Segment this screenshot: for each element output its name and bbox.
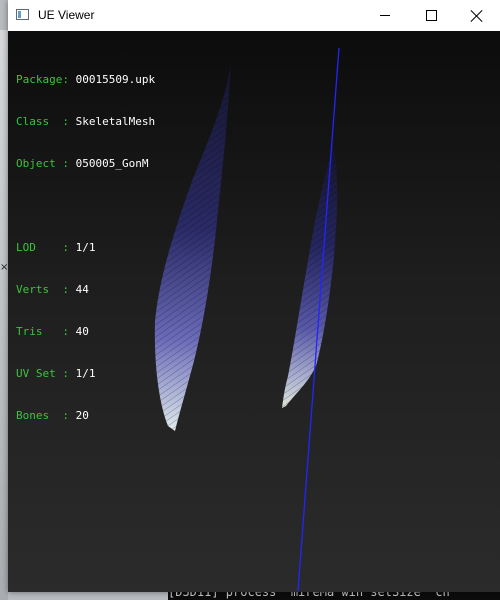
info-label: Bones <box>16 409 63 422</box>
ue-viewer-window: UE Viewer Package: 00015509.upk Class: … <box>8 0 500 592</box>
info-row-class: Class : SkeletalMesh <box>16 115 155 129</box>
info-separator: : <box>62 115 76 128</box>
left-feather-mesh <box>154 61 231 431</box>
info-label: LOD <box>16 241 63 254</box>
close-button[interactable] <box>454 0 500 31</box>
info-value: 00015509.upk <box>75 73 156 86</box>
info-row-verts: Verts : 44 <box>16 283 155 297</box>
info-separator: : <box>62 157 76 170</box>
info-label: Verts <box>16 283 63 296</box>
info-separator: : <box>62 367 76 380</box>
background-close-mark: × <box>0 262 9 273</box>
info-separator: : <box>62 283 76 296</box>
info-value: 20 <box>75 409 89 422</box>
mesh-info-overlay: Package: 00015509.upk Class : SkeletalMe… <box>16 45 155 451</box>
minimize-icon <box>380 15 390 16</box>
info-value: 050005_GonM <box>75 157 149 170</box>
info-row-object: Object : 050005_GonM <box>16 157 155 171</box>
info-value: SkeletalMesh <box>75 115 156 128</box>
info-separator: : <box>62 409 76 422</box>
info-label: UV Set <box>16 367 63 380</box>
3d-viewport[interactable]: Package: 00015509.upk Class : SkeletalMe… <box>8 31 500 592</box>
info-row-tris: Tris : 40 <box>16 325 155 339</box>
info-value: 44 <box>75 283 89 296</box>
info-row-bones: Bones : 20 <box>16 409 155 423</box>
maximize-icon <box>425 10 437 21</box>
title-bar[interactable]: UE Viewer <box>8 0 500 31</box>
info-row-package: Package: 00015509.upk <box>16 73 155 87</box>
window-title: UE Viewer <box>38 8 95 22</box>
info-value: 40 <box>75 325 89 338</box>
maximize-button[interactable] <box>408 0 454 31</box>
minimize-button[interactable] <box>362 0 408 31</box>
info-value: 1/1 <box>75 241 96 254</box>
info-label: Object <box>16 157 63 170</box>
info-label: Package <box>16 73 63 86</box>
info-label: Class <box>16 115 63 128</box>
info-separator: : <box>62 325 76 338</box>
close-icon <box>471 10 483 22</box>
info-row-lod: LOD : 1/1 <box>16 241 155 255</box>
info-separator: : <box>62 241 76 254</box>
app-icon <box>16 9 29 20</box>
info-value: 1/1 <box>75 367 96 380</box>
background-desktop <box>0 30 8 600</box>
info-row-uv-set: UV Set : 1/1 <box>16 367 155 381</box>
info-label: Tris <box>16 325 63 338</box>
info-separator: : <box>62 73 76 86</box>
